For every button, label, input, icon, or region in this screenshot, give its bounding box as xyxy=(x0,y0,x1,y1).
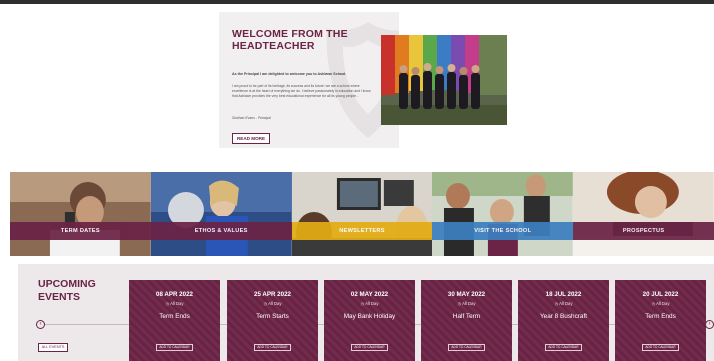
event-title: Year 8 Bushcraft xyxy=(539,313,587,320)
students-photo xyxy=(381,35,507,125)
event-date: 18 JUL 2022 xyxy=(545,291,582,298)
add-to-calendar-button[interactable]: ADD TO CALENDAR xyxy=(351,344,388,351)
welcome-body: I am proud to be part of its heritage, i… xyxy=(232,84,371,98)
tile-term-dates[interactable]: TERM DATES xyxy=(10,172,151,256)
event-title: Term Ends xyxy=(159,313,190,320)
welcome-intro: As the Principal I am delighted to welco… xyxy=(232,72,347,76)
add-to-calendar-button[interactable]: ADD TO CALENDAR xyxy=(642,344,679,351)
welcome-title: WELCOME FROM THE HEADTEACHER xyxy=(232,28,348,52)
tile-visit-school[interactable]: VISIT THE SCHOOL xyxy=(432,172,574,256)
upcoming-events: UPCOMING EVENTS ‹ › ALL EVENTS 08 APR 20… xyxy=(18,264,714,361)
quick-links: TERM DATES ETHOS & VALUES NEWSLETTERS VI… xyxy=(10,172,714,256)
top-border xyxy=(0,0,714,4)
tile-label: ETHOS & VALUES xyxy=(150,222,292,240)
tile-photo-students-desk xyxy=(432,172,574,256)
event-card[interactable]: 25 APR 2022 ◷ All Day Term Starts ADD TO… xyxy=(227,280,318,361)
all-events-button[interactable]: ALL EVENTS xyxy=(38,343,68,352)
event-date: 02 MAY 2022 xyxy=(350,291,389,298)
event-time: ◷ All Day xyxy=(651,301,670,306)
tile-photo-student-ball xyxy=(150,172,292,256)
events-carousel: 08 APR 2022 ◷ All Day Term Ends ADD TO C… xyxy=(129,280,714,361)
tile-prospectus[interactable]: PROSPECTUS xyxy=(573,172,714,256)
event-time: ◷ All Day xyxy=(457,301,476,306)
event-time: ◷ All Day xyxy=(263,301,282,306)
read-more-button[interactable]: READ MORE xyxy=(232,133,270,144)
tile-label: PROSPECTUS xyxy=(573,222,714,240)
tile-photo-microscope xyxy=(10,172,151,256)
event-title: Half Term xyxy=(452,313,481,320)
event-card[interactable]: 02 MAY 2022 ◷ All Day May Bank Holiday A… xyxy=(324,280,415,361)
add-to-calendar-button[interactable]: ADD TO CALENDAR xyxy=(448,344,485,351)
add-to-calendar-button[interactable]: ADD TO CALENDAR xyxy=(545,344,582,351)
chevron-left-icon[interactable]: ‹ xyxy=(36,320,45,329)
tile-ethos-values[interactable]: ETHOS & VALUES xyxy=(150,172,292,256)
add-to-calendar-button[interactable]: ADD TO CALENDAR xyxy=(254,344,291,351)
event-title: May Bank Holiday xyxy=(343,313,396,320)
tile-label: VISIT THE SCHOOL xyxy=(432,222,574,240)
tile-label: NEWSLETTERS xyxy=(291,222,433,240)
welcome-signature: Siobhan Evans - Principal xyxy=(232,116,271,120)
tile-newsletters[interactable]: NEWSLETTERS xyxy=(291,172,433,256)
event-time: ◷ All Day xyxy=(360,301,379,306)
event-card[interactable]: 18 JUL 2022 ◷ All Day Year 8 Bushcraft A… xyxy=(518,280,609,361)
welcome-card: WELCOME FROM THE HEADTEACHER As the Prin… xyxy=(219,12,399,148)
event-card[interactable]: 20 JUL 2022 ◷ All Day Term Ends ADD TO C… xyxy=(615,280,706,361)
event-date: 30 MAY 2022 xyxy=(447,291,486,298)
event-time: ◷ All Day xyxy=(165,301,184,306)
event-card[interactable]: 30 MAY 2022 ◷ All Day Half Term ADD TO C… xyxy=(421,280,512,361)
event-card[interactable]: 08 APR 2022 ◷ All Day Term Ends ADD TO C… xyxy=(129,280,220,361)
add-to-calendar-button[interactable]: ADD TO CALENDAR xyxy=(156,344,193,351)
tile-label: TERM DATES xyxy=(10,222,151,240)
event-title: Term Starts xyxy=(256,313,289,320)
tile-photo-computer-lab xyxy=(291,172,433,256)
event-title: Term Ends xyxy=(645,313,676,320)
events-heading: UPCOMING EVENTS xyxy=(38,278,96,303)
tile-photo-student-writing xyxy=(573,172,714,256)
event-time: ◷ All Day xyxy=(554,301,573,306)
event-date: 25 APR 2022 xyxy=(254,291,291,298)
event-date: 20 JUL 2022 xyxy=(642,291,679,298)
event-date: 08 APR 2022 xyxy=(156,291,193,298)
